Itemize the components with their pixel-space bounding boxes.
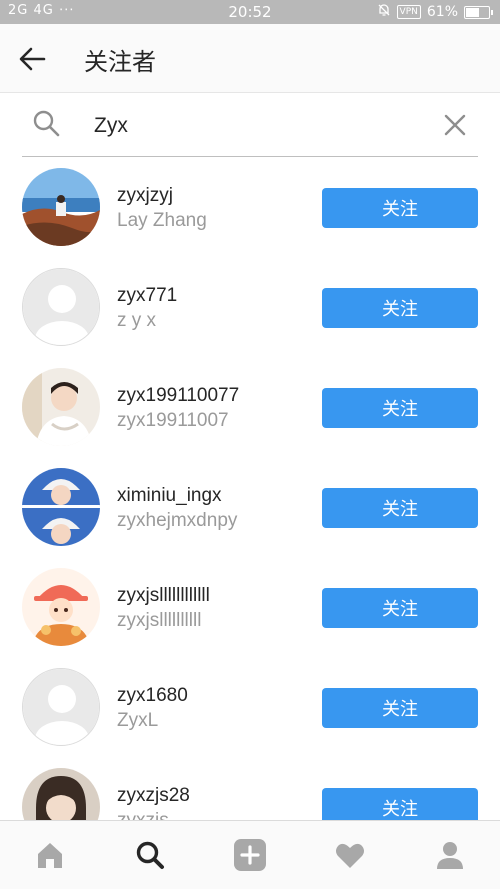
avatar	[22, 368, 100, 446]
follow-button[interactable]: 关注	[322, 388, 478, 428]
follow-button[interactable]: 关注	[322, 588, 478, 628]
list-item[interactable]: zyxjsllllllllllll zyxjsllllllllll 关注	[0, 558, 500, 658]
avatar	[22, 568, 100, 646]
profile-icon[interactable]	[430, 835, 470, 875]
battery-text: 61%	[426, 4, 458, 20]
bottom-nav	[0, 820, 500, 889]
avatar	[22, 768, 100, 820]
clear-icon[interactable]	[444, 114, 466, 136]
full-name: ZyxL	[117, 710, 159, 731]
username: zyx771	[117, 285, 178, 306]
vpn-badge: VPN	[396, 5, 421, 19]
search-icon	[32, 109, 60, 137]
bell-muted-icon	[377, 3, 391, 21]
list-item[interactable]: zyx771 z y x 关注	[0, 258, 500, 358]
status-bar: 2G 4G ⋅⋅⋅ 20:52 VPN 61%	[0, 0, 500, 24]
avatar	[22, 668, 100, 746]
full-name: zyx19911007	[117, 410, 229, 431]
search-icon[interactable]	[130, 835, 170, 875]
user-list: zyxjzyj Lay Zhang 关注 zyx771 z y x 关注 zyx…	[0, 158, 500, 820]
avatar	[22, 268, 100, 346]
username: zyxjzyj	[117, 185, 173, 206]
username: zyx199110077	[117, 385, 240, 406]
list-item[interactable]: zyxzjs28 zyxzjs 关注	[0, 758, 500, 820]
search-input[interactable]	[94, 110, 424, 142]
follow-button[interactable]: 关注	[322, 188, 478, 228]
heart-icon[interactable]	[330, 835, 370, 875]
username: zyxzjs28	[117, 785, 190, 806]
full-name: zyxjsllllllllll	[117, 610, 202, 631]
follow-button[interactable]: 关注	[322, 688, 478, 728]
back-arrow-icon[interactable]	[18, 44, 48, 74]
list-item[interactable]: zyx1680 ZyxL 关注	[0, 658, 500, 758]
username: zyx1680	[117, 685, 188, 706]
avatar	[22, 468, 100, 546]
username: ximiniu_ingx	[117, 485, 222, 506]
username: zyxjsllllllllllll	[117, 585, 210, 606]
list-item[interactable]: zyx199110077 zyx19911007 关注	[0, 358, 500, 458]
header: 关注者	[0, 24, 500, 93]
full-name: zyxzjs	[117, 808, 190, 820]
battery-icon	[464, 5, 493, 19]
full-name: z y x	[117, 310, 157, 331]
home-icon[interactable]	[30, 835, 70, 875]
add-icon[interactable]	[230, 835, 270, 875]
full-name: zyxhejmxdnpy	[117, 510, 238, 531]
page-title: 关注者	[84, 48, 156, 76]
search-bar	[22, 100, 478, 157]
avatar	[22, 168, 100, 246]
full-name: Lay Zhang	[117, 210, 207, 231]
follow-button[interactable]: 关注	[322, 788, 478, 820]
follow-button[interactable]: 关注	[322, 488, 478, 528]
list-item[interactable]: ximiniu_ingx zyxhejmxdnpy 关注	[0, 458, 500, 558]
follow-button[interactable]: 关注	[322, 288, 478, 328]
list-item[interactable]: zyxjzyj Lay Zhang 关注	[0, 158, 500, 258]
